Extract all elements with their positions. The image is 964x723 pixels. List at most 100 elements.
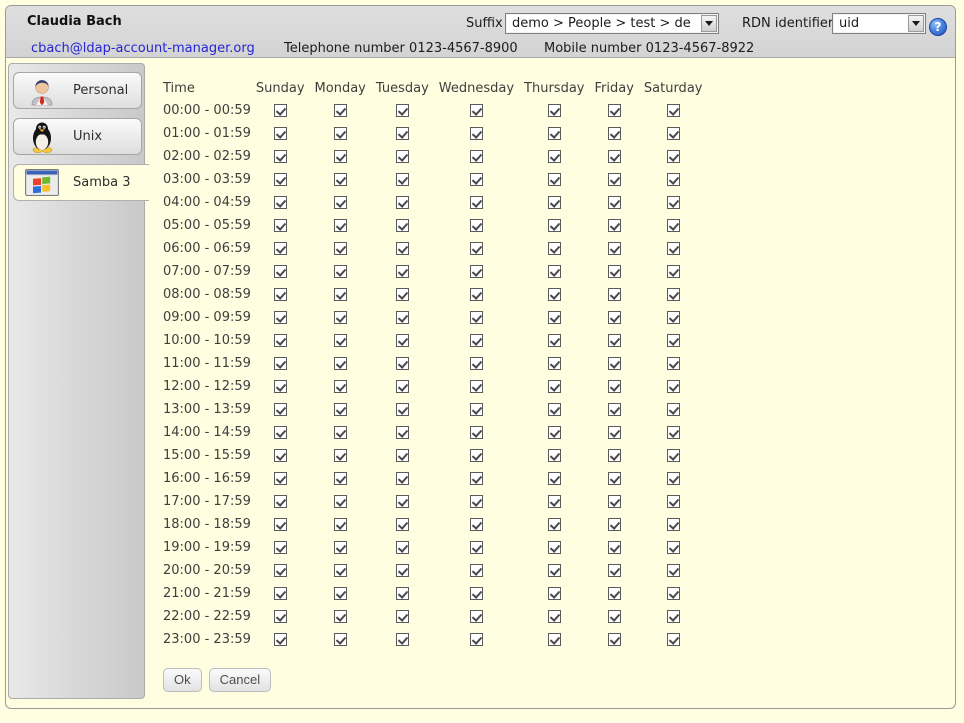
hour-checkbox-thursday[interactable] [548,150,561,163]
hour-checkbox-wednesday[interactable] [470,518,483,531]
hour-checkbox-saturday[interactable] [667,610,680,623]
hour-checkbox-sunday[interactable] [274,587,287,600]
hour-checkbox-sunday[interactable] [274,334,287,347]
hour-checkbox-saturday[interactable] [667,334,680,347]
hour-checkbox-thursday[interactable] [548,495,561,508]
hour-checkbox-monday[interactable] [334,173,347,186]
hour-checkbox-tuesday[interactable] [396,495,409,508]
hour-checkbox-saturday[interactable] [667,633,680,646]
hour-checkbox-saturday[interactable] [667,564,680,577]
hour-checkbox-friday[interactable] [608,127,621,140]
hour-checkbox-thursday[interactable] [548,380,561,393]
hour-checkbox-saturday[interactable] [667,311,680,324]
hour-checkbox-wednesday[interactable] [470,403,483,416]
hour-checkbox-wednesday[interactable] [470,449,483,462]
hour-checkbox-friday[interactable] [608,173,621,186]
hour-checkbox-thursday[interactable] [548,564,561,577]
hour-checkbox-saturday[interactable] [667,495,680,508]
hour-checkbox-friday[interactable] [608,587,621,600]
hour-checkbox-sunday[interactable] [274,380,287,393]
hour-checkbox-thursday[interactable] [548,127,561,140]
help-icon[interactable]: ? [929,18,947,36]
hour-checkbox-thursday[interactable] [548,288,561,301]
hour-checkbox-sunday[interactable] [274,610,287,623]
hour-checkbox-wednesday[interactable] [470,380,483,393]
hour-checkbox-monday[interactable] [334,587,347,600]
hour-checkbox-tuesday[interactable] [396,104,409,117]
hour-checkbox-thursday[interactable] [548,311,561,324]
hour-checkbox-saturday[interactable] [667,173,680,186]
hour-checkbox-sunday[interactable] [274,541,287,554]
tab-unix[interactable]: Unix [13,118,142,155]
hour-checkbox-monday[interactable] [334,127,347,140]
hour-checkbox-thursday[interactable] [548,403,561,416]
hour-checkbox-sunday[interactable] [274,311,287,324]
hour-checkbox-tuesday[interactable] [396,426,409,439]
hour-checkbox-sunday[interactable] [274,150,287,163]
hour-checkbox-saturday[interactable] [667,242,680,255]
hour-checkbox-tuesday[interactable] [396,610,409,623]
suffix-select[interactable]: demo > People > test > de [505,13,719,34]
hour-checkbox-monday[interactable] [334,311,347,324]
hour-checkbox-saturday[interactable] [667,196,680,209]
hour-checkbox-saturday[interactable] [667,518,680,531]
hour-checkbox-friday[interactable] [608,564,621,577]
rdn-identifier-select[interactable]: uid [832,13,926,34]
hour-checkbox-tuesday[interactable] [396,242,409,255]
hour-checkbox-monday[interactable] [334,150,347,163]
hour-checkbox-monday[interactable] [334,564,347,577]
hour-checkbox-friday[interactable] [608,380,621,393]
hour-checkbox-tuesday[interactable] [396,541,409,554]
hour-checkbox-thursday[interactable] [548,587,561,600]
hour-checkbox-monday[interactable] [334,219,347,232]
hour-checkbox-friday[interactable] [608,633,621,646]
hour-checkbox-wednesday[interactable] [470,564,483,577]
hour-checkbox-saturday[interactable] [667,150,680,163]
hour-checkbox-friday[interactable] [608,242,621,255]
hour-checkbox-wednesday[interactable] [470,541,483,554]
hour-checkbox-thursday[interactable] [548,196,561,209]
hour-checkbox-tuesday[interactable] [396,357,409,370]
hour-checkbox-sunday[interactable] [274,357,287,370]
hour-checkbox-sunday[interactable] [274,196,287,209]
hour-checkbox-thursday[interactable] [548,357,561,370]
hour-checkbox-monday[interactable] [334,334,347,347]
hour-checkbox-sunday[interactable] [274,219,287,232]
hour-checkbox-thursday[interactable] [548,334,561,347]
hour-checkbox-thursday[interactable] [548,219,561,232]
hour-checkbox-monday[interactable] [334,449,347,462]
hour-checkbox-wednesday[interactable] [470,334,483,347]
hour-checkbox-friday[interactable] [608,104,621,117]
hour-checkbox-friday[interactable] [608,196,621,209]
hour-checkbox-tuesday[interactable] [396,449,409,462]
hour-checkbox-wednesday[interactable] [470,288,483,301]
hour-checkbox-tuesday[interactable] [396,334,409,347]
hour-checkbox-friday[interactable] [608,265,621,278]
hour-checkbox-wednesday[interactable] [470,219,483,232]
hour-checkbox-wednesday[interactable] [470,311,483,324]
hour-checkbox-friday[interactable] [608,403,621,416]
hour-checkbox-saturday[interactable] [667,541,680,554]
hour-checkbox-tuesday[interactable] [396,288,409,301]
hour-checkbox-tuesday[interactable] [396,633,409,646]
ok-button[interactable]: Ok [163,668,202,692]
hour-checkbox-wednesday[interactable] [470,633,483,646]
hour-checkbox-saturday[interactable] [667,449,680,462]
hour-checkbox-saturday[interactable] [667,219,680,232]
hour-checkbox-wednesday[interactable] [470,587,483,600]
hour-checkbox-friday[interactable] [608,449,621,462]
hour-checkbox-thursday[interactable] [548,426,561,439]
hour-checkbox-sunday[interactable] [274,288,287,301]
hour-checkbox-thursday[interactable] [548,449,561,462]
hour-checkbox-friday[interactable] [608,472,621,485]
hour-checkbox-tuesday[interactable] [396,173,409,186]
hour-checkbox-tuesday[interactable] [396,564,409,577]
hour-checkbox-monday[interactable] [334,380,347,393]
hour-checkbox-monday[interactable] [334,518,347,531]
hour-checkbox-tuesday[interactable] [396,587,409,600]
hour-checkbox-thursday[interactable] [548,472,561,485]
hour-checkbox-saturday[interactable] [667,380,680,393]
hour-checkbox-wednesday[interactable] [470,242,483,255]
hour-checkbox-tuesday[interactable] [396,127,409,140]
hour-checkbox-tuesday[interactable] [396,150,409,163]
